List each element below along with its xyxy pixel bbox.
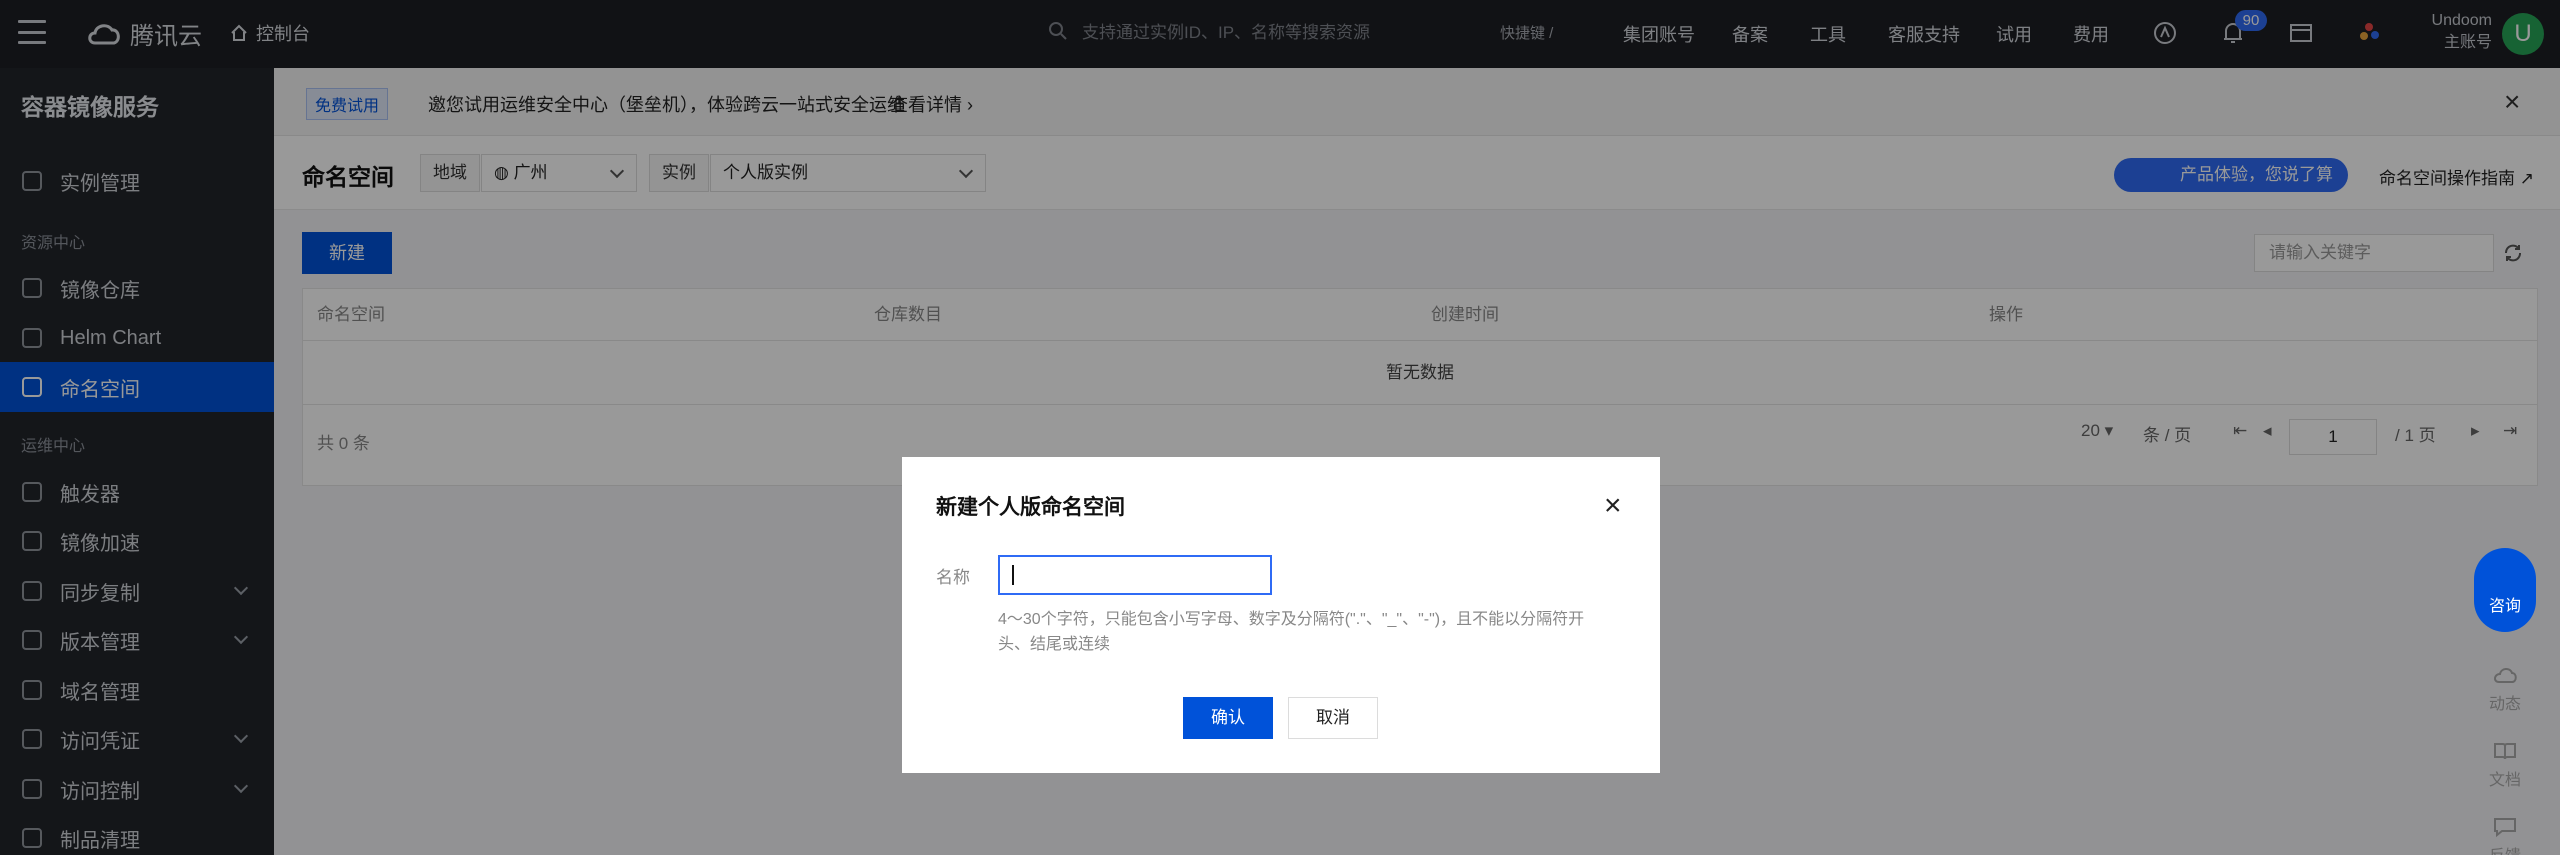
feedback-label: 反馈 [2489, 848, 2521, 855]
feedback-button[interactable]: 反馈 [2480, 816, 2530, 855]
docs-button[interactable]: 文档 [2480, 740, 2530, 790]
close-icon[interactable]: × [1604, 491, 1622, 521]
text-caret [1012, 565, 1014, 585]
create-namespace-dialog: 新建个人版命名空间 × 名称 4～30个字符，只能包含小写字母、数字及分隔符("… [902, 457, 1660, 773]
book-icon [2494, 743, 2516, 760]
name-input[interactable] [998, 555, 1272, 595]
docs-label: 文档 [2488, 772, 2521, 789]
cloud-icon [2494, 668, 2517, 683]
consult-label: 咨询 [2488, 598, 2521, 615]
name-label: 名称 [936, 568, 970, 587]
dialog-title: 新建个人版命名空间 [936, 496, 1125, 519]
name-help-text: 4～30个字符，只能包含小写字母、数字及分隔符("."、"_"、"-")，且不能… [998, 611, 1585, 653]
cancel-button[interactable]: 取消 [1288, 697, 1378, 739]
confirm-button[interactable]: 确认 [1183, 697, 1273, 739]
news-button[interactable]: 动态 [2480, 664, 2530, 714]
chat-icon [2494, 818, 2516, 838]
news-label: 动态 [2488, 696, 2521, 713]
consult-button[interactable]: 咨询 [2474, 548, 2536, 632]
